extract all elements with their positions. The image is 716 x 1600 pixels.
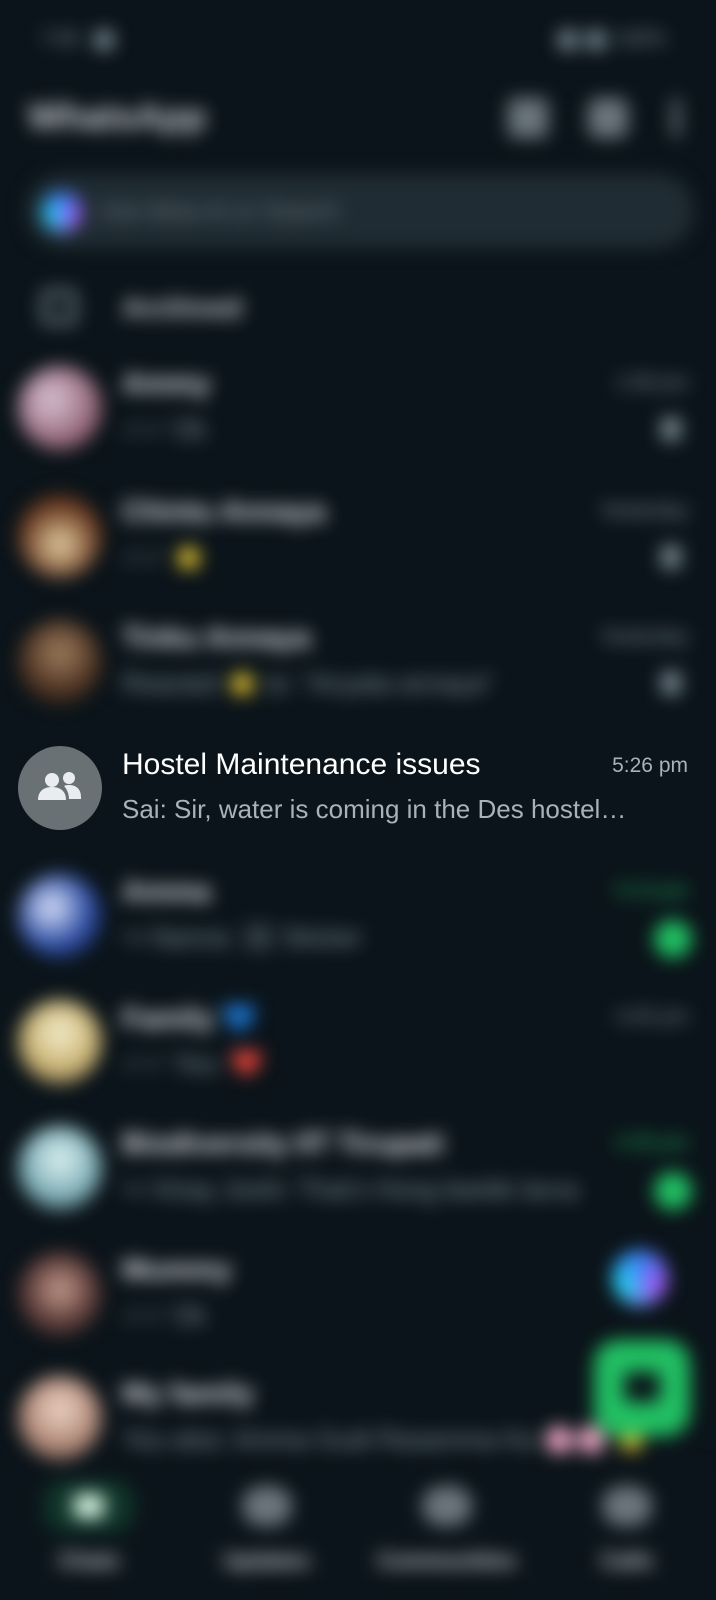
meta-ai-icon	[42, 192, 82, 232]
updates-icon	[242, 1486, 292, 1526]
signal-icon	[586, 30, 605, 49]
qr-scan-icon[interactable]	[508, 98, 548, 138]
chat-time: 5:13 pm	[615, 880, 688, 902]
chat-row[interactable]: Chintu Annaya ✓✓ ⭐ Yesterday	[0, 490, 716, 610]
avatar	[18, 1000, 102, 1084]
chat-name: Biodiversity IIT Tirupati	[122, 1128, 444, 1160]
chat-preview: ✓✓ You: ❤️	[122, 1048, 264, 1078]
tab-label: Updates	[223, 1548, 311, 1573]
pin-icon	[662, 672, 680, 694]
app-title: WhatsApp	[28, 96, 206, 137]
chat-name: Amma	[122, 876, 211, 908]
chat-time: 5:26 pm	[612, 754, 688, 777]
chat-preview: ✓✓ ⭐	[122, 542, 206, 572]
notification-icon	[94, 30, 113, 49]
tab-communities[interactable]: Communities	[362, 1470, 532, 1600]
meta-ai-button[interactable]	[612, 1250, 668, 1306]
wifi-icon	[558, 30, 577, 49]
chat-row[interactable]: Biodiversity IIT Tirupati ↪ Vinay Joshi:…	[0, 1122, 716, 1242]
chat-row[interactable]: Family 💙 ✓✓ You: ❤️ 4:45 pm	[0, 996, 716, 1116]
avatar	[18, 874, 102, 958]
unread-badge	[654, 1172, 692, 1210]
chat-name: Tinku Annaya	[122, 622, 311, 654]
calls-icon	[602, 1486, 652, 1526]
tab-calls[interactable]: Calls	[542, 1470, 712, 1600]
status-time: 7:06	[40, 28, 79, 50]
chats-icon	[44, 1480, 134, 1532]
avatar	[18, 1376, 102, 1460]
chat-name: Chintu Annaya	[122, 496, 326, 528]
app-header: WhatsApp	[0, 90, 716, 150]
chat-name: Ammy	[122, 368, 211, 400]
tab-chats[interactable]: Chats	[4, 1470, 174, 1600]
chat-time: 4:45 pm	[615, 1006, 688, 1028]
chat-preview: Sai: Sir, water is coming in the Des hos…	[122, 794, 627, 824]
status-bar: 7:06 100%	[0, 0, 716, 80]
avatar	[18, 1126, 102, 1210]
new-chat-icon	[624, 1372, 660, 1402]
whatsapp-screen: 7:06 100% WhatsApp Ask Meta AI or Search…	[0, 0, 716, 1600]
chat-preview: ↪ Nanna: 🖼 Sticker	[122, 922, 362, 952]
unread-badge	[654, 920, 692, 958]
battery-text: 100%	[614, 28, 666, 50]
chat-preview: Reacted ⭐ to: "Anyata annaya"	[122, 668, 494, 698]
communities-icon	[422, 1486, 472, 1526]
chat-row[interactable]: Ammy ✓✓ Ok 1:08 pm	[0, 362, 716, 482]
chat-row-hostel-maintenance[interactable]: Hostel Maintenance issues Sai: Sir, wate…	[0, 742, 716, 862]
camera-icon[interactable]	[588, 98, 628, 138]
chat-row[interactable]: Amma ↪ Nanna: 🖼 Sticker 5:13 pm	[0, 870, 716, 990]
avatar	[18, 366, 102, 450]
avatar	[18, 746, 102, 830]
tab-label: Chats	[58, 1548, 120, 1573]
chat-preview: You also: Amma Gudi Rasamma Ka 🌸🌸 ⭐	[122, 1424, 648, 1454]
chat-preview: ✓✓ Ok	[122, 414, 207, 444]
tab-label: Calls	[600, 1548, 654, 1573]
archived-row[interactable]: Archived	[0, 276, 716, 340]
chat-preview: ↪ Vinay Joshi: That's Hong beetle larva	[122, 1174, 579, 1204]
bottom-nav: Chats Updates Communities Calls	[0, 1470, 716, 1600]
search-placeholder: Ask Meta AI or Search	[100, 198, 339, 225]
search-input[interactable]: Ask Meta AI or Search	[26, 174, 694, 248]
tab-label: Communities	[377, 1548, 517, 1573]
new-chat-button[interactable]	[594, 1340, 690, 1436]
chat-row[interactable]: Tinku Annaya Reacted ⭐ to: "Anyata annay…	[0, 616, 716, 736]
pin-icon	[662, 546, 680, 568]
chat-time: Yesterday	[599, 500, 688, 522]
avatar	[18, 494, 102, 578]
more-options-icon[interactable]	[672, 98, 680, 138]
chat-preview: ✓✓ Ok	[122, 1300, 207, 1330]
chat-time: Yesterday	[599, 626, 688, 648]
chat-name: My family	[122, 1378, 255, 1410]
tab-updates[interactable]: Updates	[182, 1470, 352, 1600]
avatar	[18, 620, 102, 704]
chat-name: Mummy	[122, 1254, 232, 1286]
chat-name: Hostel Maintenance issues	[122, 748, 481, 781]
chat-time: 4:35 pm	[615, 1132, 688, 1154]
archive-icon	[42, 290, 76, 324]
chat-name: Family 💙	[122, 1003, 259, 1035]
pin-icon	[662, 418, 680, 440]
group-icon	[38, 772, 81, 800]
avatar	[18, 1252, 102, 1336]
chat-time: 1:08 pm	[615, 372, 688, 394]
archived-label: Archived	[122, 292, 242, 323]
